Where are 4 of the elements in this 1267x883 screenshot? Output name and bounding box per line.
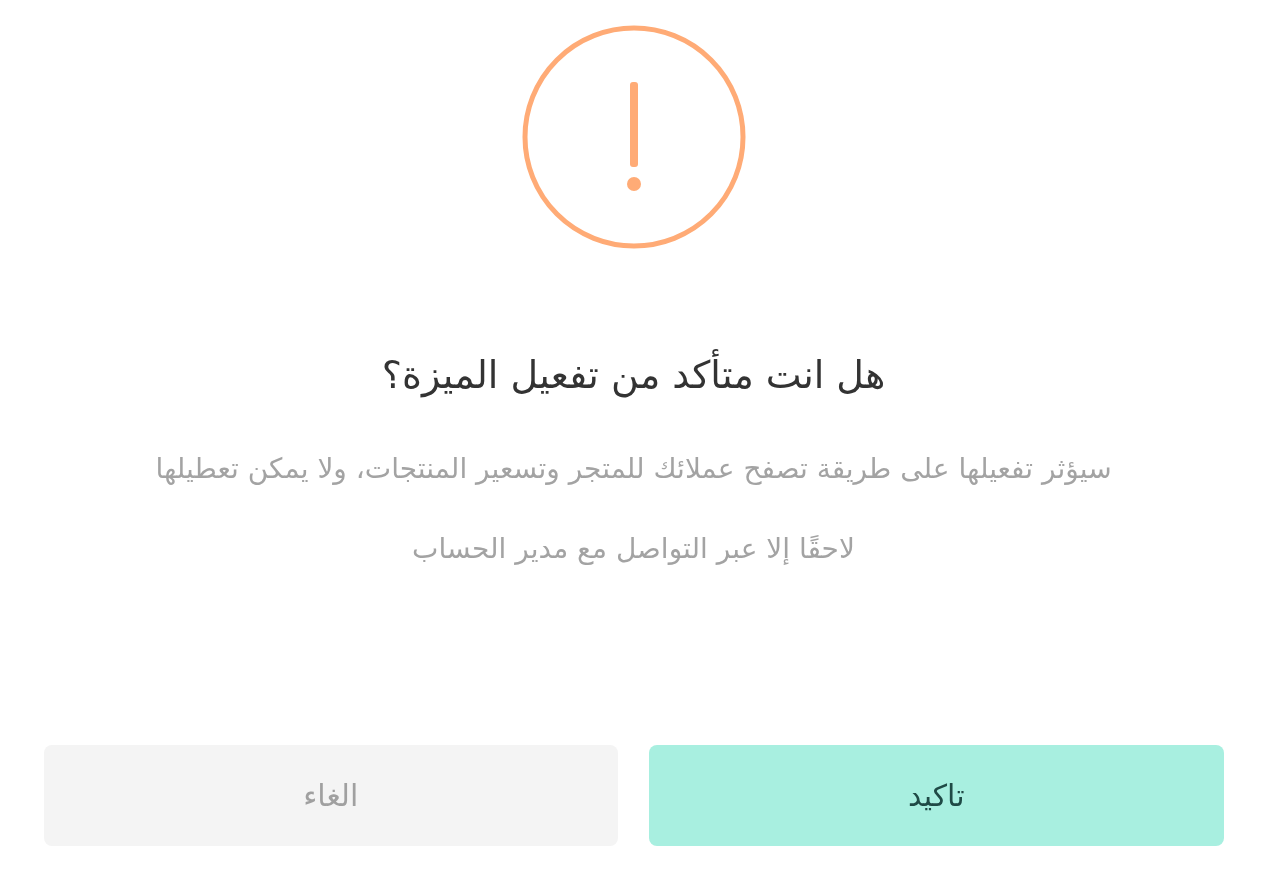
dialog-title: هل انت متأكد من تفعيل الميزة؟ [381,349,886,401]
warning-icon [521,25,746,249]
dialog-message: سيؤثر تفعيلها على طريقة تصفح عملائك للمتجر وتسعير المنتجات، ولا يمكن تعطيلها لاحقًا إلا عبر التواصل مع مدير الحساب [154,451,1113,567]
confirm-button[interactable]: تاكيد [649,745,1224,846]
